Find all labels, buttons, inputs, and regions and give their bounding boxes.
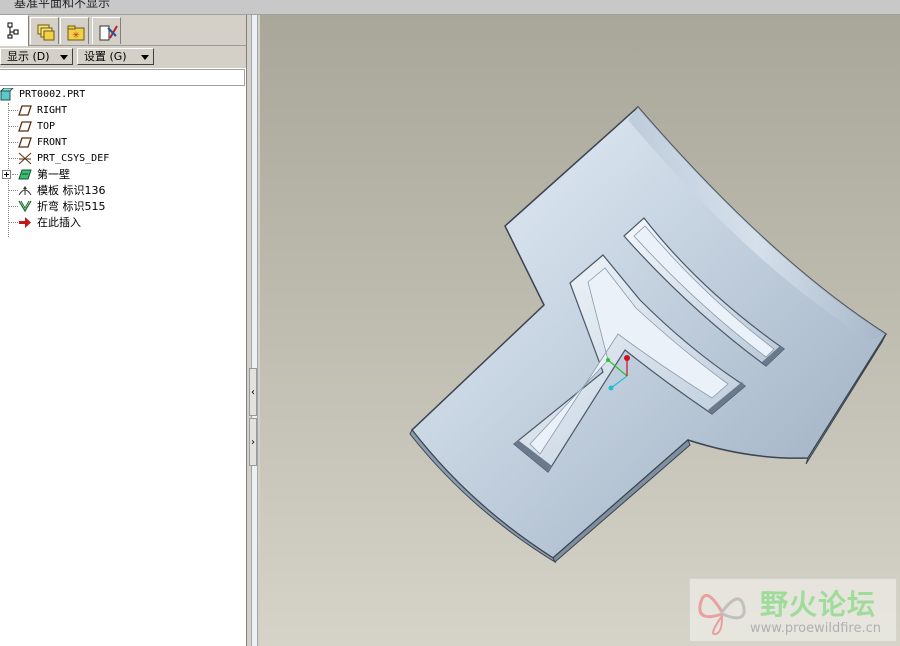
window-title-bar: 基准平面和不显示: [0, 0, 900, 15]
first-wall-icon: [18, 169, 32, 180]
watermark-title: 野火论坛: [760, 588, 877, 621]
favorites-tab[interactable]: ✳: [60, 17, 89, 44]
tree-item-label: 第一壁: [37, 168, 70, 181]
tree-item-label: RIGHT: [37, 105, 68, 116]
tree-filter-input[interactable]: [0, 69, 245, 86]
connections-tab[interactable]: [92, 17, 121, 44]
folder-browser-tab[interactable]: [30, 17, 59, 44]
bend-icon: [18, 200, 32, 213]
tree-item-label: TOP: [37, 121, 56, 132]
model-tree-icon: [7, 22, 19, 39]
chevron-down-icon: [60, 55, 68, 60]
svg-text:✳: ✳: [72, 31, 80, 41]
datum-plane-icon: [18, 121, 32, 132]
settings-menu-button[interactable]: 设置 (G): [77, 48, 154, 65]
display-menu-label: 显示 (D): [7, 50, 50, 63]
datum-plane-icon: [18, 105, 32, 116]
window-title: 基准平面和不显示: [14, 0, 111, 10]
connections-tools-icon: [99, 25, 118, 41]
tree-item-label: 在此插入: [37, 216, 81, 229]
insert-here-arrow-icon: [19, 217, 31, 228]
plus-icon: [2, 170, 11, 179]
tree-item-label: FRONT: [37, 137, 68, 148]
expand-first-wall-toggle[interactable]: [2, 167, 14, 182]
navigator-tabs: ✳: [0, 15, 246, 46]
forum-watermark: 野火论坛 www.proewildfire.cn: [689, 578, 897, 642]
model-tree: PRT0002.PRT RIGHT TOP FRONT PRT_CSYS_DEF…: [0, 87, 246, 587]
chevron-down-icon: [141, 55, 149, 60]
tree-item-label: PRT0002.PRT: [19, 89, 86, 100]
collapse-navigator-button[interactable]: ‹: [249, 368, 257, 416]
panel-splitter[interactable]: ‹ ›: [246, 15, 261, 646]
tree-item-label: PRT_CSYS_DEF: [37, 153, 110, 164]
display-menu-button[interactable]: 显示 (D): [0, 48, 73, 65]
form-icon: [18, 186, 32, 196]
navigator-panel: ✳ 显示 (D) 设置 (G) PRT0002.PRT RIGHT TOP FR…: [0, 15, 246, 646]
folder-browser-icon: [37, 24, 55, 41]
model-tree-tab[interactable]: [0, 15, 29, 46]
tree-item-label: 折弯 标识515: [37, 200, 106, 213]
favorites-folder-icon: ✳: [67, 25, 85, 41]
datum-plane-icon: [18, 137, 32, 148]
tree-item-label: 模板 标识136: [37, 184, 106, 197]
chevron-right-icon: ›: [251, 437, 255, 448]
graphics-viewport[interactable]: [260, 15, 900, 646]
sheetmetal-part-model: [409, 105, 888, 564]
tree-toolbar: 显示 (D) 设置 (G): [0, 46, 246, 68]
butterfly-logo-icon: [698, 594, 746, 636]
part-icon: [0, 88, 14, 101]
watermark-url: www.proewildfire.cn: [750, 621, 881, 636]
settings-menu-label: 设置 (G): [84, 50, 127, 63]
csys-icon: [18, 152, 32, 165]
chevron-left-icon: ‹: [251, 387, 255, 398]
expand-navigator-button[interactable]: ›: [249, 418, 257, 466]
splitter-bar[interactable]: [251, 15, 258, 646]
